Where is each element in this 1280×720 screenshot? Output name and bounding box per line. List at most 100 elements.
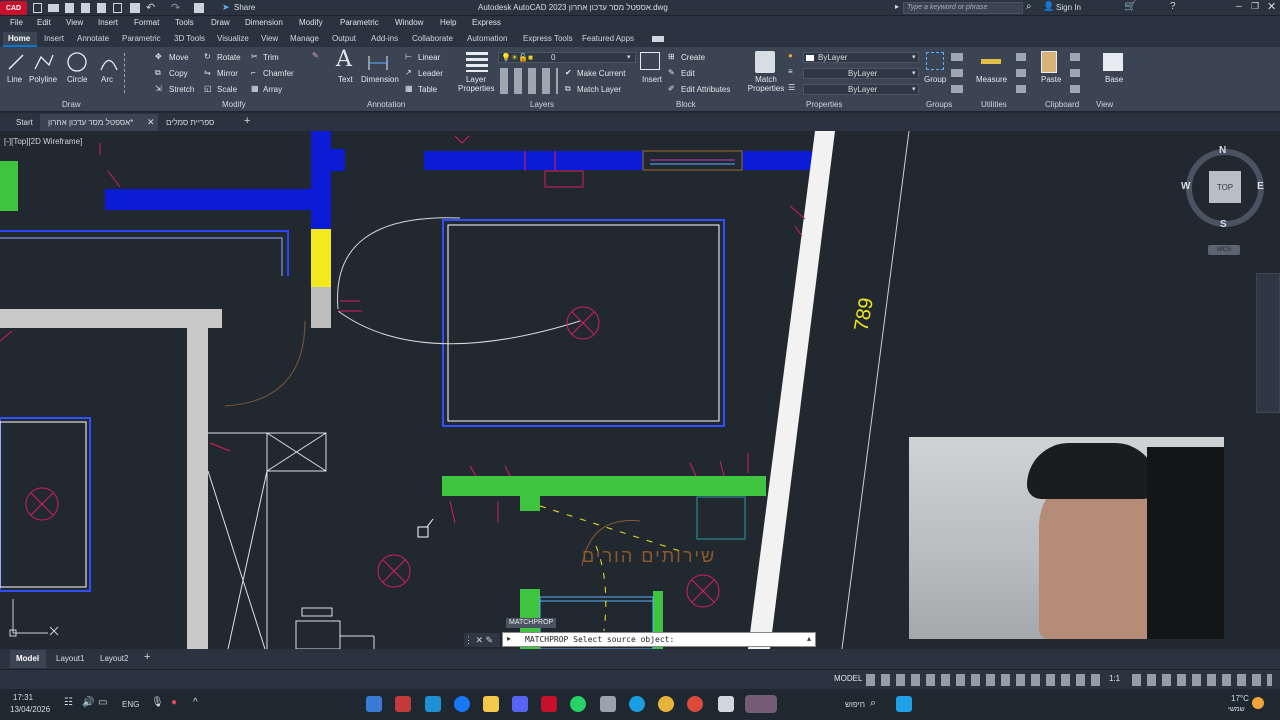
volume-icon[interactable]: 🔊 xyxy=(82,697,94,708)
viewport-controls-label[interactable]: [-][Top][2D Wireframe] xyxy=(4,137,82,146)
block-panel-label[interactable]: Block xyxy=(676,100,696,109)
app-icon-13[interactable] xyxy=(718,696,734,712)
restore-icon[interactable]: ❐ xyxy=(1251,1,1259,12)
command-history-icon[interactable]: ▴ xyxy=(807,634,811,643)
make-current-icon[interactable]: ✔ xyxy=(565,68,572,77)
share-button[interactable]: Share xyxy=(234,3,255,12)
whatsapp-icon[interactable] xyxy=(570,696,586,712)
clock-time[interactable]: 17:31 xyxy=(13,693,33,702)
wall-gray[interactable] xyxy=(187,328,208,649)
menu-view[interactable]: View xyxy=(66,18,83,27)
layer-properties-icon[interactable] xyxy=(466,52,488,72)
properties-panel-label[interactable]: Properties xyxy=(806,100,842,109)
circle-icon[interactable] xyxy=(66,51,88,73)
start-menu-icon[interactable] xyxy=(896,696,912,712)
arc-icon[interactable] xyxy=(98,51,120,73)
new-icon[interactable] xyxy=(33,3,42,13)
menu-parametric[interactable]: Parametric xyxy=(340,18,379,27)
tab-home[interactable]: Home xyxy=(8,34,30,43)
app-icon-3[interactable] xyxy=(425,696,441,712)
leader-icon[interactable]: ↗ xyxy=(405,68,412,77)
status-icons[interactable] xyxy=(866,674,1106,686)
tab-layout2[interactable]: Layout2 xyxy=(100,654,128,663)
tab-view[interactable]: View xyxy=(261,34,278,43)
table-button[interactable]: Table xyxy=(418,85,437,94)
search-label[interactable]: חיפוש xyxy=(845,700,865,709)
close-tab-icon[interactable]: ✕ xyxy=(147,117,155,128)
wall-blue[interactable] xyxy=(311,131,331,229)
linetype-icon[interactable]: ≡ xyxy=(788,67,793,76)
plot-quick-icon[interactable] xyxy=(194,3,204,13)
wall-gray[interactable] xyxy=(311,287,331,328)
chrome-icon-2[interactable] xyxy=(687,696,703,712)
sink-fixture[interactable] xyxy=(696,496,746,540)
line-button[interactable]: Line xyxy=(7,75,22,84)
stretch-button[interactable]: Stretch xyxy=(169,85,194,94)
app-icon-1[interactable] xyxy=(366,696,382,712)
edge-icon[interactable] xyxy=(629,696,645,712)
tab-automation[interactable]: Automation xyxy=(467,34,507,43)
clipboard-panel-label[interactable]: Clipboard xyxy=(1045,100,1079,109)
view-panel-label[interactable]: View xyxy=(1096,100,1113,109)
eraser-icon[interactable]: ✎ xyxy=(312,51,319,60)
dimension-icon[interactable] xyxy=(367,52,389,72)
command-line[interactable]: ▸ MATCHPROP Select source object: ▴ xyxy=(502,632,816,647)
wall-green[interactable] xyxy=(520,493,540,511)
microphone-icon[interactable]: 🎙 xyxy=(151,697,164,708)
compass-west[interactable]: W xyxy=(1181,181,1190,192)
measure-icon[interactable] xyxy=(981,59,1001,64)
stretch-icon[interactable]: ⇲ xyxy=(155,84,162,93)
paste-icon[interactable] xyxy=(1041,51,1057,73)
make-current-button[interactable]: Make Current xyxy=(577,69,625,78)
copy-icon[interactable]: ⧉ xyxy=(155,68,161,78)
cart-icon[interactable]: 🛒 xyxy=(1124,1,1136,12)
paste-button[interactable]: Paste xyxy=(1041,75,1061,84)
rotate-icon[interactable]: ↻ xyxy=(204,52,211,61)
chrome-icon[interactable] xyxy=(658,696,674,712)
groups-panel-label[interactable]: Groups xyxy=(926,100,952,109)
menu-express[interactable]: Express xyxy=(472,18,501,27)
lineweight-dropdown[interactable]: ByLayer ▾ xyxy=(803,84,919,95)
edit-block-icon[interactable]: ✎ xyxy=(668,68,675,77)
wcs-menu[interactable]: WCS xyxy=(1208,245,1240,255)
menu-format[interactable]: Format xyxy=(134,18,159,27)
tab-model[interactable]: Model xyxy=(16,654,39,663)
lineweight-icon[interactable]: ☰ xyxy=(788,83,795,92)
draw-tools-grid[interactable] xyxy=(124,53,136,93)
group-icon[interactable] xyxy=(926,52,944,70)
group-tools-icons[interactable] xyxy=(951,53,963,93)
weather-temp[interactable]: 17°C xyxy=(1231,694,1249,703)
arc-button[interactable]: Arc xyxy=(101,75,113,84)
ribbon-toggle-icon[interactable] xyxy=(652,36,664,42)
tab-express-tools[interactable]: Express Tools xyxy=(523,34,573,43)
help-search-input[interactable]: Type a keyword or phrase xyxy=(903,2,1023,14)
wall-blue[interactable] xyxy=(742,151,812,170)
circle-button[interactable]: Circle xyxy=(67,75,87,84)
menu-dimension[interactable]: Dimension xyxy=(245,18,283,27)
redo-icon[interactable]: ↷ xyxy=(171,1,180,14)
layers-panel-label[interactable]: Layers xyxy=(530,100,554,109)
mirror-button[interactable]: Mirror xyxy=(217,69,238,78)
status-icons-right[interactable] xyxy=(1132,674,1272,686)
modify-panel-label[interactable]: Modify xyxy=(222,100,246,109)
tab-insert[interactable]: Insert xyxy=(44,34,64,43)
drawing-canvas[interactable]: [-][Top][2D Wireframe] 789 שירותים הורים… xyxy=(0,131,1280,649)
weather-label[interactable]: שמשי xyxy=(1228,706,1245,713)
room-label[interactable]: שירותים הורים xyxy=(582,546,716,567)
menu-window[interactable]: Window xyxy=(395,18,423,27)
group-button[interactable]: Group xyxy=(924,75,946,84)
clock-date[interactable]: 13/04/2026 xyxy=(10,705,50,714)
open-icon[interactable] xyxy=(48,4,59,12)
tab-3d-tools[interactable]: 3D Tools xyxy=(174,34,205,43)
compass-north[interactable]: N xyxy=(1219,145,1226,156)
wall-diagonal[interactable] xyxy=(748,131,835,649)
wall-green[interactable] xyxy=(442,476,766,496)
polyline-icon[interactable] xyxy=(33,51,55,73)
menu-file[interactable]: File xyxy=(10,18,23,27)
toilet-fixture[interactable] xyxy=(295,607,375,649)
new-tab-icon[interactable]: + xyxy=(244,115,250,127)
compass-south[interactable]: S xyxy=(1220,219,1227,230)
line-icon[interactable] xyxy=(6,51,26,73)
wall-gray[interactable] xyxy=(0,309,222,328)
search-chevron-icon[interactable]: ▸ xyxy=(895,2,899,11)
